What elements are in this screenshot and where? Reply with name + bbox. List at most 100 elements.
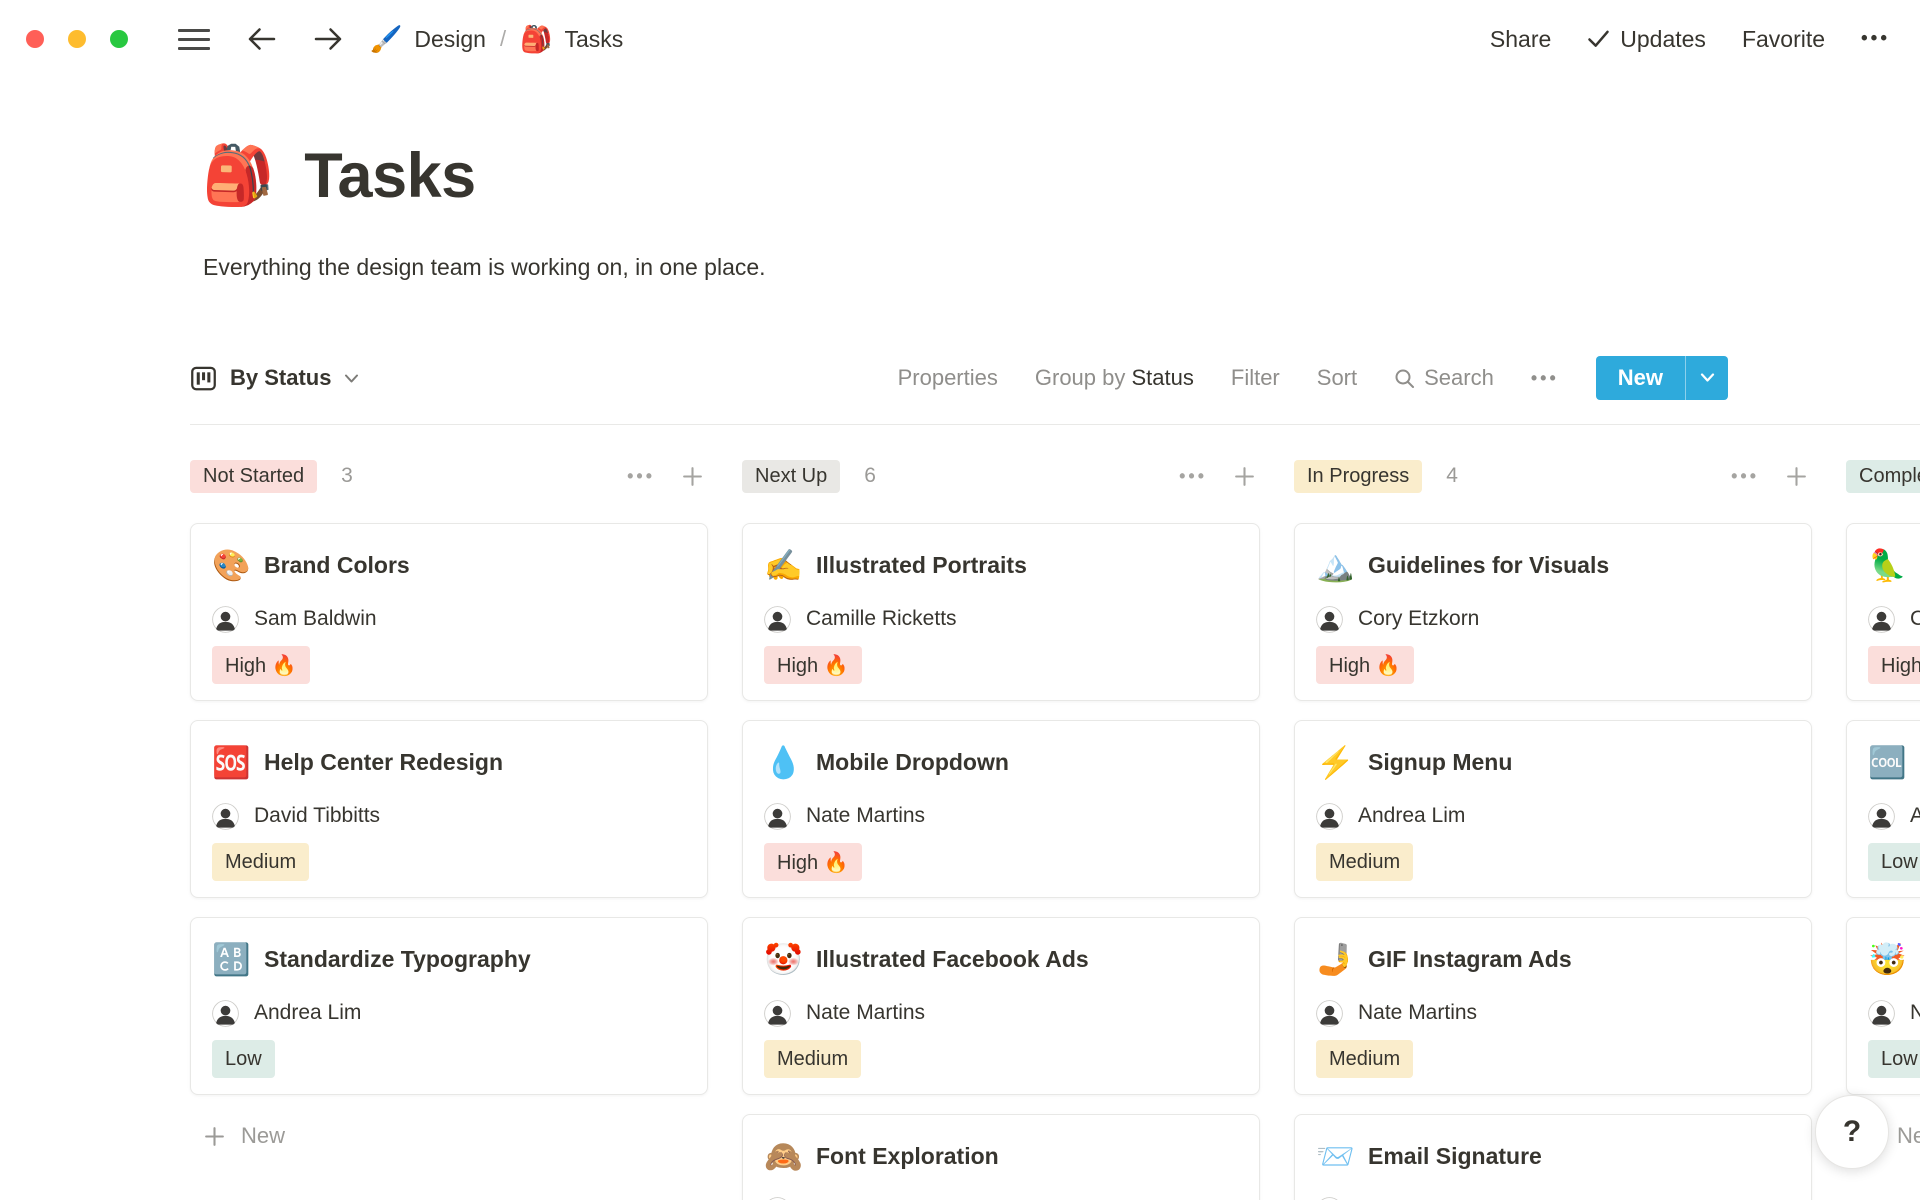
priority-tag: Low xyxy=(212,1040,275,1078)
task-card[interactable]: 🤳 GIF Instagram Ads Nate Martins Medium xyxy=(1294,917,1812,1095)
sos-icon: 🆘 xyxy=(212,744,251,780)
task-card[interactable]: 🔠 Standardize Typography Andrea Lim Low xyxy=(190,917,708,1095)
check-icon xyxy=(1588,30,1610,47)
favorite-button[interactable]: Favorite xyxy=(1742,26,1825,53)
board-view-icon xyxy=(191,366,216,390)
column-count: 3 xyxy=(341,464,353,487)
task-card[interactable]: 🆒 E A Low xyxy=(1846,720,1920,898)
share-button[interactable]: Share xyxy=(1490,26,1551,53)
priority-tag: High 🔥 xyxy=(764,646,862,684)
task-card[interactable]: 🙈 Font Exploration xyxy=(742,1114,1260,1200)
task-title: Standardize Typography xyxy=(264,945,531,972)
task-card[interactable]: ⚡ Signup Menu Andrea Lim Medium xyxy=(1294,720,1812,898)
view-switcher[interactable]: By Status xyxy=(190,365,359,392)
task-title: Font Exploration xyxy=(816,1142,999,1169)
assignee-avatar xyxy=(1316,802,1343,830)
column-title: Completed xyxy=(1846,459,1920,493)
help-button[interactable]: ? xyxy=(1815,1095,1889,1169)
titlebar: 🖌️ Design / 🎒 Tasks Share Updates Favori… xyxy=(0,0,1920,78)
task-title: Signup Menu xyxy=(1368,748,1513,775)
page-header: 🎒 Tasks xyxy=(202,140,1920,212)
priority-tag: Low xyxy=(1868,843,1920,881)
search-label: Search xyxy=(1424,365,1494,390)
question-mark-icon: ? xyxy=(1842,1115,1862,1148)
properties-button[interactable]: Properties xyxy=(898,365,998,391)
column-title: Not Started xyxy=(190,459,318,493)
assignee-avatar xyxy=(1868,999,1895,1027)
backpack-icon: 🎒 xyxy=(520,24,553,54)
task-card[interactable]: 💧 Mobile Dropdown Nate Martins High 🔥 xyxy=(742,720,1260,898)
assignee-avatar xyxy=(764,999,791,1027)
add-card-label: New xyxy=(241,1123,286,1148)
task-card[interactable]: 🤯 H N Low xyxy=(1846,917,1920,1095)
breadcrumb: 🖌️ Design / 🎒 Tasks xyxy=(370,26,623,53)
task-title: Illustrated Portraits xyxy=(816,551,1027,578)
assignee-avatar xyxy=(764,1196,791,1200)
breadcrumb-item-design[interactable]: 🖌️ Design xyxy=(370,26,486,53)
add-card-button[interactable]: New xyxy=(190,1114,708,1158)
kanban-board: Not Started 3 ••• 🎨 Brand Colors Sam Bal… xyxy=(190,455,1920,1200)
task-card[interactable]: 🆘 Help Center Redesign David Tibbitts Me… xyxy=(190,720,708,898)
task-title: Brand Colors xyxy=(264,551,410,578)
assignee-name: Nate Martins xyxy=(806,1001,926,1024)
selfie-icon: 🤳 xyxy=(1316,941,1355,977)
column-header: In Progress 4 ••• xyxy=(1294,455,1812,497)
window-close-button[interactable] xyxy=(26,30,44,48)
back-icon[interactable] xyxy=(246,26,277,52)
new-button-chevron-icon[interactable] xyxy=(1685,356,1728,400)
column-add-icon[interactable] xyxy=(1785,465,1808,488)
paintbrush-icon: 🖌️ xyxy=(370,24,403,54)
parrot-icon: 🦜 xyxy=(1868,547,1907,583)
assignee-avatar xyxy=(1316,999,1343,1027)
column-title: Next Up xyxy=(742,459,841,493)
forward-icon[interactable] xyxy=(313,26,344,52)
priority-tag: Medium xyxy=(1316,843,1414,881)
column-more-icon[interactable]: ••• xyxy=(1179,466,1207,487)
more-options-icon[interactable]: ••• xyxy=(1861,28,1890,50)
assignee-avatar xyxy=(212,802,239,830)
column-add-icon[interactable] xyxy=(681,465,704,488)
notion-window: 🖌️ Design / 🎒 Tasks Share Updates Favori… xyxy=(0,0,1920,1200)
task-card[interactable]: 📨 Email Signature xyxy=(1294,1114,1812,1200)
toolbar-more-icon[interactable]: ••• xyxy=(1531,368,1559,389)
search-button[interactable]: Search xyxy=(1394,365,1494,391)
task-card[interactable]: 🦜 U C High 🔥 xyxy=(1846,523,1920,701)
add-card-label: New xyxy=(1897,1123,1920,1148)
page-icon-backpack[interactable]: 🎒 xyxy=(202,147,274,205)
column-more-icon[interactable]: ••• xyxy=(1731,466,1759,487)
sidebar-menu-icon[interactable] xyxy=(178,28,210,50)
column-more-icon[interactable]: ••• xyxy=(627,466,655,487)
task-card[interactable]: 🎨 Brand Colors Sam Baldwin High 🔥 xyxy=(190,523,708,701)
writing-hand-icon: ✍️ xyxy=(764,547,803,583)
new-button[interactable]: New xyxy=(1595,356,1728,400)
breadcrumb-label: Tasks xyxy=(564,25,624,52)
new-button-label: New xyxy=(1617,365,1663,390)
task-card[interactable]: 🏔️ Guidelines for Visuals Cory Etzkorn H… xyxy=(1294,523,1812,701)
column-add-icon[interactable] xyxy=(1233,465,1256,488)
task-card[interactable]: ✍️ Illustrated Portraits Camille Rickett… xyxy=(742,523,1260,701)
group-by-button[interactable]: Group by Status xyxy=(1035,365,1194,391)
group-by-value: Status xyxy=(1131,365,1194,390)
task-title: Email Signature xyxy=(1368,1142,1542,1169)
see-no-evil-monkey-icon: 🙈 xyxy=(764,1138,803,1174)
priority-tag: Low xyxy=(1868,1040,1920,1078)
breadcrumb-label: Design xyxy=(414,25,486,52)
priority-tag: High 🔥 xyxy=(212,646,310,684)
window-zoom-button[interactable] xyxy=(110,30,128,48)
sort-button[interactable]: Sort xyxy=(1317,365,1357,391)
breadcrumb-item-tasks[interactable]: 🎒 Tasks xyxy=(520,26,623,53)
window-minimize-button[interactable] xyxy=(68,30,86,48)
task-title: Mobile Dropdown xyxy=(816,748,1009,775)
board-column-not-started: Not Started 3 ••• 🎨 Brand Colors Sam Bal… xyxy=(190,455,708,1200)
assignee-name: Camille Ricketts xyxy=(806,607,957,630)
filter-button[interactable]: Filter xyxy=(1231,365,1280,391)
assignee-name: Nate Martins xyxy=(1358,1001,1478,1024)
droplet-icon: 💧 xyxy=(764,744,803,780)
assignee-name: Andrea Lim xyxy=(1358,804,1466,827)
cool-icon: 🆒 xyxy=(1868,744,1907,780)
lightning-icon: ⚡ xyxy=(1316,744,1355,780)
priority-tag: Medium xyxy=(1316,1040,1414,1078)
clown-icon: 🤡 xyxy=(764,941,803,977)
task-card[interactable]: 🤡 Illustrated Facebook Ads Nate Martins … xyxy=(742,917,1260,1095)
updates-button[interactable]: Updates xyxy=(1587,26,1706,53)
